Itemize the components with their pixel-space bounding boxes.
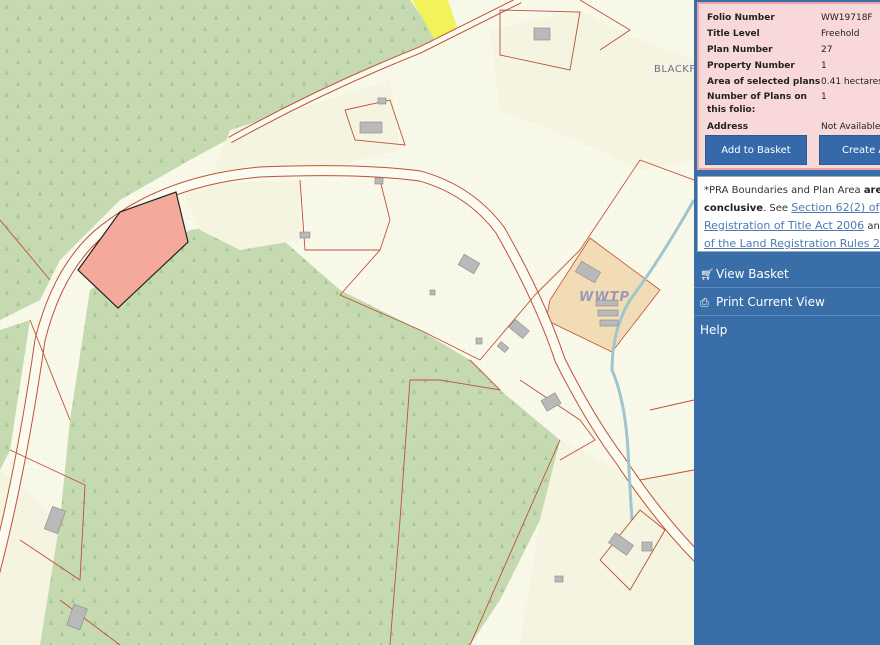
folio-info-card: Folio Number WW19718F Title Level Freeho…: [697, 2, 880, 170]
info-actions: Add to Basket Create A: [705, 135, 880, 165]
info-value: 1: [821, 92, 827, 102]
info-key: Address: [707, 122, 749, 132]
info-key: Property Number: [707, 61, 795, 71]
side-panel: Folio Number WW19718F Title Level Freeho…: [694, 0, 880, 645]
create-button[interactable]: Create A: [819, 135, 880, 165]
info-row-plan-number: Plan Number 27: [707, 42, 880, 58]
info-value: WW19718F: [821, 13, 873, 23]
nav-label: View Basket: [716, 267, 789, 281]
info-value: 1: [821, 61, 827, 71]
info-row-number-of-plans: Number of Plans on this folio: 1: [707, 90, 880, 119]
printer-icon: ⎙: [700, 296, 709, 309]
place-label: BLACKF: [654, 64, 694, 75]
info-value: 0.41 hectares: [821, 77, 880, 87]
cart-icon: 🛒︎: [700, 268, 714, 281]
info-value: Not Available: [821, 122, 880, 132]
nav-label: Print Current View: [716, 295, 825, 309]
notice-text: and: [867, 221, 880, 232]
notice-text: *PRA Boundaries and Plan Area: [704, 185, 861, 196]
map-view[interactable]: WWTP BLACKF: [0, 0, 694, 645]
info-key: Number of Plans on this folio:: [707, 92, 807, 115]
info-key: Folio Number: [707, 13, 775, 23]
info-row-folio: Folio Number WW19718F: [707, 10, 880, 26]
registration-act-link[interactable]: Registration of Title Act 2006: [704, 219, 864, 232]
info-key: Title Level: [707, 29, 760, 39]
help-link[interactable]: Help: [694, 316, 880, 344]
notice-bold: are n: [863, 185, 880, 196]
nav-label: Help: [700, 323, 728, 337]
print-view-link[interactable]: ⎙ Print Current View: [694, 288, 880, 316]
info-value: Freehold: [821, 29, 860, 39]
info-key: Plan Number: [707, 45, 773, 55]
notice-bold: conclusive: [704, 203, 764, 214]
wwtp-label: WWTP: [579, 290, 631, 305]
info-row-title-level: Title Level Freehold: [707, 26, 880, 42]
view-basket-link[interactable]: 🛒︎ View Basket: [694, 260, 880, 288]
info-row-address: Address Not Available: [707, 119, 880, 135]
info-value: 27: [821, 45, 833, 55]
info-row-property-number: Property Number 1: [707, 58, 880, 74]
notice-text: . See: [763, 203, 789, 214]
land-registration-rules-link[interactable]: of the Land Registration Rules 20: [704, 237, 880, 250]
add-to-basket-button[interactable]: Add to Basket: [705, 135, 807, 165]
disclaimer-notice: *PRA Boundaries and Plan Area are n conc…: [697, 176, 880, 252]
info-key: Area of selected plans: [707, 77, 821, 87]
section-62-link[interactable]: Section 62(2) of: [791, 201, 879, 214]
info-row-area: Area of selected plans 0.41 hectares: [707, 74, 880, 90]
map-canvas[interactable]: [0, 0, 694, 645]
